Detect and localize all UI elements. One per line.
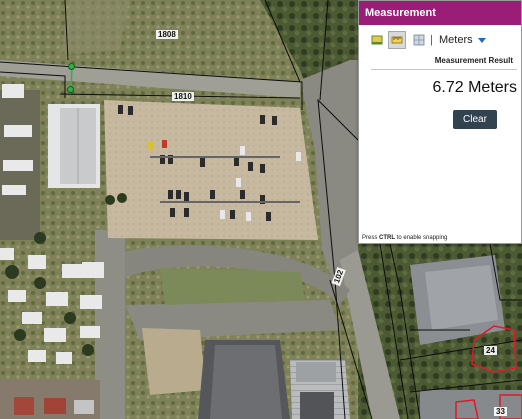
distance-tool-icon[interactable] — [388, 31, 406, 49]
parcel-label-1810: 1810 — [172, 92, 194, 101]
toolbar-separator: | — [430, 34, 433, 46]
measurement-start-marker[interactable] — [68, 63, 75, 70]
snapping-hint: Press CTRL to enable snapping — [362, 235, 447, 241]
chevron-down-icon — [477, 37, 486, 43]
measurement-toolbar: | Meters — [359, 25, 521, 55]
measurement-panel: Measurement | Meters Measurement Result … — [358, 0, 522, 244]
snapping-hint-key: CTRL — [379, 235, 396, 241]
parcel-label-33: 33 — [494, 407, 507, 416]
snapping-hint-prefix: Press — [362, 235, 378, 241]
unit-dropdown[interactable]: Meters — [439, 34, 486, 46]
area-tool-icon[interactable] — [368, 31, 386, 49]
snapping-hint-suffix: to enable snapping — [396, 235, 448, 241]
measurement-result-heading: Measurement Result — [434, 56, 513, 65]
unit-dropdown-label: Meters — [439, 34, 473, 46]
result-divider — [371, 69, 517, 70]
location-tool-icon[interactable] — [410, 31, 428, 49]
clear-button[interactable]: Clear — [453, 110, 497, 129]
parcel-label-1808: 1808 — [156, 30, 178, 39]
measurement-result-value: 6.72 Meters — [432, 79, 517, 96]
measurement-end-marker[interactable] — [67, 86, 74, 93]
panel-title: Measurement — [359, 1, 521, 25]
parcel-label-24: 24 — [484, 346, 497, 355]
